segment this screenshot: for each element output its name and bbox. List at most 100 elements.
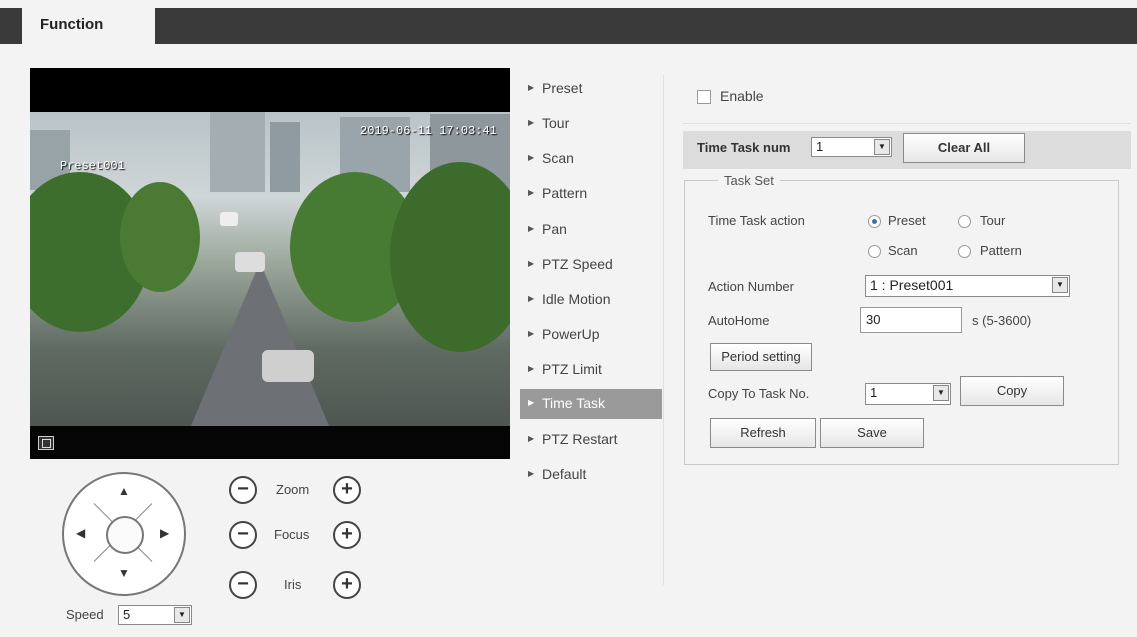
menu-item-ptz-restart[interactable]: ▶ PTZ Restart (520, 425, 662, 455)
speed-value: 5 (123, 607, 131, 622)
tab-function[interactable]: Function (22, 8, 155, 44)
autohome-label: AutoHome (708, 313, 770, 328)
iris-open-button[interactable]: + (333, 571, 361, 599)
building (270, 122, 300, 192)
zoom-label: Zoom (276, 482, 310, 497)
focus-out-button[interactable]: − (229, 521, 257, 549)
menu-item-label: PTZ Restart (542, 431, 618, 447)
menu-item-preset[interactable]: ▶ Preset (520, 74, 662, 104)
radio-scan[interactable] (868, 245, 881, 258)
zoom-in-button[interactable]: + (333, 476, 361, 504)
menu-item-label: Pattern (542, 185, 588, 201)
triangle-right-icon: ▶ (528, 398, 535, 407)
menu-item-label: Preset (542, 80, 583, 96)
radio-pattern[interactable] (958, 245, 971, 258)
time-task-num-label: Time Task num (697, 140, 791, 155)
action-number-select[interactable]: 1 : Preset001 ▼ (865, 275, 1070, 297)
task-set-legend: Task Set (718, 173, 780, 188)
menu-item-label: PTZ Speed (542, 256, 613, 272)
triangle-right-icon: ▶ (528, 329, 535, 338)
menu-item-default[interactable]: ▶ Default (520, 460, 662, 490)
menu-item-tour[interactable]: ▶ Tour (520, 109, 662, 139)
menu-item-idle-motion[interactable]: ▶ Idle Motion (520, 285, 662, 315)
menu-item-ptz-speed[interactable]: ▶ PTZ Speed (520, 250, 662, 280)
copy-to-task-select[interactable]: 1 ▼ (865, 383, 951, 405)
period-setting-button[interactable]: Period setting (710, 343, 812, 371)
menu-item-scan[interactable]: ▶ Scan (520, 144, 662, 174)
chevron-down-icon[interactable]: ▼ (933, 385, 949, 401)
triangle-right-icon: ▶ (528, 364, 535, 373)
clear-all-button[interactable]: Clear All (903, 133, 1025, 163)
time-task-num-value: 1 (816, 139, 824, 154)
page-frame: Function Preset001 2019-06-11 17:03:41 ▲ (0, 0, 1137, 637)
menu-item-pan[interactable]: ▶ Pan (520, 215, 662, 245)
time-task-num-select[interactable]: 1 ▼ (811, 137, 892, 157)
radio-preset-label: Preset (888, 213, 926, 228)
menu-item-label: Default (542, 466, 587, 482)
speed-label: Speed (66, 607, 104, 622)
menu-item-label: Time Task (542, 395, 606, 411)
triangle-right-icon: ▶ (528, 294, 535, 303)
chevron-down-icon[interactable]: ▼ (874, 139, 890, 155)
chevron-down-icon[interactable]: ▼ (174, 607, 190, 623)
car (235, 252, 265, 272)
osd-datetime: 2019-06-11 17:03:41 (360, 124, 497, 138)
triangle-right-icon: ▶ (528, 224, 535, 233)
autohome-value: 30 (866, 312, 881, 327)
menu-item-label: Tour (542, 115, 570, 131)
triangle-right-icon: ▶ (528, 153, 535, 162)
enable-label: Enable (720, 88, 764, 104)
iris-close-button[interactable]: − (229, 571, 257, 599)
up-arrow-icon[interactable]: ▲ (118, 484, 130, 498)
triangle-right-icon: ▶ (528, 259, 535, 268)
live-video: Preset001 2019-06-11 17:03:41 (30, 68, 510, 459)
copy-to-task-value: 1 (870, 385, 878, 400)
menu-item-powerup[interactable]: ▶ PowerUp (520, 320, 662, 350)
triangle-right-icon: ▶ (528, 434, 535, 443)
car (220, 212, 238, 226)
radio-pattern-label: Pattern (980, 243, 1022, 258)
dpad-center-button[interactable] (106, 516, 144, 554)
autohome-unit: s (5-3600) (972, 313, 1032, 328)
autohome-input[interactable]: 30 (860, 307, 962, 333)
speed-select[interactable]: 5 ▼ (118, 605, 192, 625)
radio-tour[interactable] (958, 215, 971, 228)
save-button[interactable]: Save (820, 418, 924, 448)
right-arrow-icon[interactable]: ▶ (160, 526, 169, 540)
divider (683, 123, 1131, 124)
left-arrow-icon[interactable]: ◀ (76, 526, 85, 540)
car (262, 350, 314, 382)
triangle-right-icon: ▶ (528, 469, 535, 478)
action-number-value: 1 : Preset001 (870, 277, 954, 293)
menu-item-time-task[interactable]: ▶ Time Task (520, 389, 662, 419)
menu-item-label: Pan (542, 221, 567, 237)
menu-item-ptz-limit[interactable]: ▶ PTZ Limit (520, 355, 662, 385)
enable-checkbox[interactable] (697, 90, 711, 104)
time-task-action-label: Time Task action (708, 213, 805, 228)
video-toolbar (30, 426, 510, 459)
menu-item-label: PowerUp (542, 326, 600, 342)
menu-item-pattern[interactable]: ▶ Pattern (520, 179, 662, 209)
menu-item-label: Idle Motion (542, 291, 611, 307)
focus-in-button[interactable]: + (333, 521, 361, 549)
radio-tour-label: Tour (980, 213, 1006, 228)
refresh-button[interactable]: Refresh (710, 418, 816, 448)
radio-preset[interactable] (868, 215, 881, 228)
action-number-label: Action Number (708, 279, 794, 294)
chevron-down-icon[interactable]: ▼ (1052, 277, 1068, 293)
building (210, 112, 265, 192)
down-arrow-icon[interactable]: ▼ (118, 566, 130, 580)
osd-preset: Preset001 (60, 159, 125, 173)
menu-item-label: PTZ Limit (542, 361, 602, 377)
trees-left (120, 182, 200, 292)
copy-to-task-label: Copy To Task No. (708, 386, 810, 401)
ptz-direction-pad[interactable]: ▲ ▼ ◀ ▶ (62, 472, 186, 596)
iris-label: Iris (284, 577, 302, 592)
fullscreen-icon[interactable] (38, 436, 54, 450)
radio-scan-label: Scan (888, 243, 918, 258)
zoom-out-button[interactable]: − (229, 476, 257, 504)
tab-function-label: Function (40, 16, 104, 33)
triangle-right-icon: ▶ (528, 118, 535, 127)
copy-button[interactable]: Copy (960, 376, 1064, 406)
triangle-right-icon: ▶ (528, 83, 535, 92)
